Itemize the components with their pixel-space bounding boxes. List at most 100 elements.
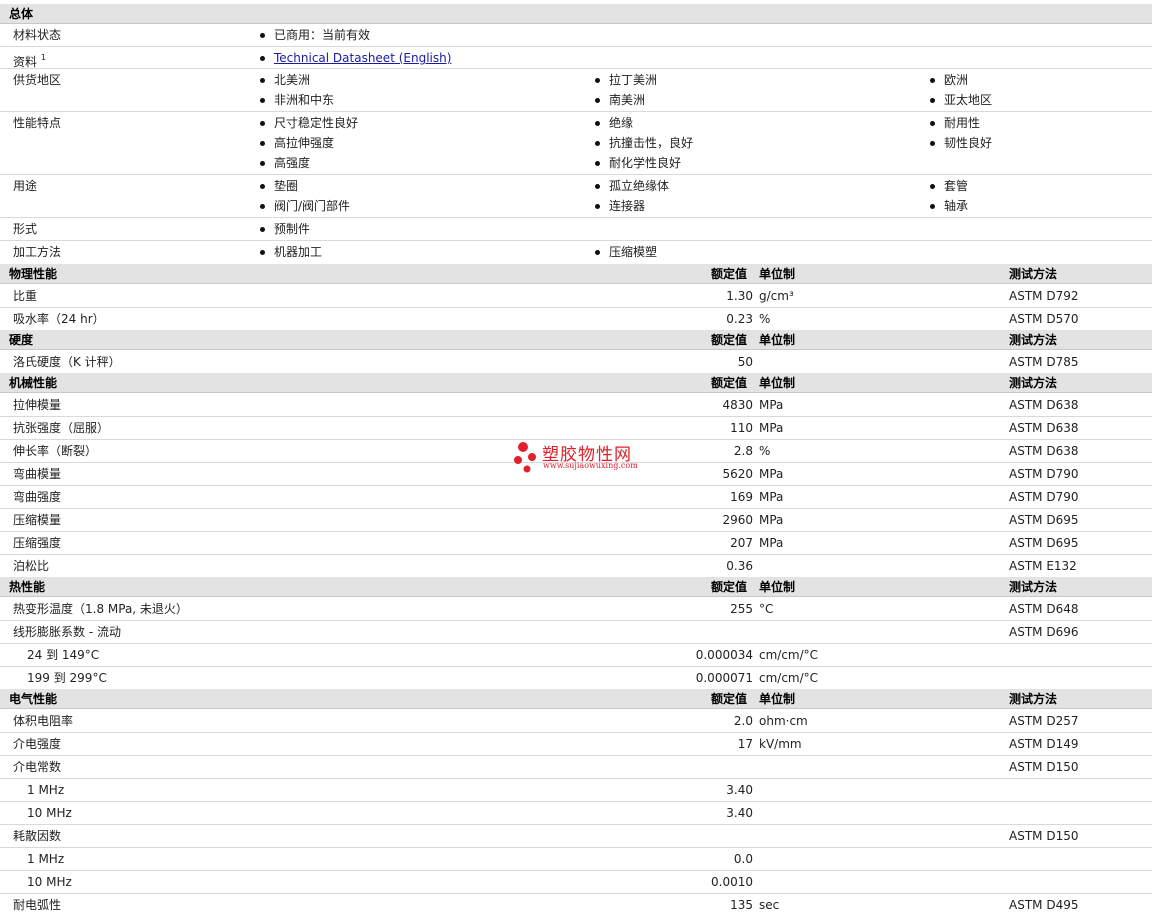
list-item: 阀门/阀门部件: [259, 199, 351, 213]
list-item: 绝缘: [594, 116, 634, 130]
property-value: 4830: [722, 398, 753, 412]
column-header-unit: 单位制: [759, 333, 796, 347]
table-row: 比重 1.30 g/cm³ ASTM D792: [0, 285, 1152, 308]
list-item: 高拉伸强度: [259, 136, 335, 150]
list-item: 耐用性: [929, 116, 981, 130]
table-row: 体积电阻率 2.0 ohm·cm ASTM D257: [0, 710, 1152, 733]
logo-dots-icon: [514, 442, 536, 473]
list-item: 机器加工: [259, 245, 323, 259]
table-row: 洛氏硬度（K 计秤） 50 ASTM D785: [0, 351, 1152, 373]
row-label: 加工方法: [13, 245, 62, 259]
test-method: ASTM D785: [1009, 355, 1079, 369]
test-method: ASTM D638: [1009, 444, 1079, 458]
column-header-method: 测试方法: [1009, 376, 1058, 390]
property-name: 伸长率（断裂）: [13, 444, 98, 458]
property-value: 0.000071: [695, 671, 753, 685]
row-features: 性能特点 尺寸稳定性良好 绝缘 耐用性 高拉伸强度 抗撞击性，良好 韧性良好 高…: [0, 112, 1152, 175]
table-row: 抗张强度（屈服） 110 MPa ASTM D638: [0, 417, 1152, 440]
list-item: 压缩模塑: [594, 245, 658, 259]
row-label: 资料 1: [13, 53, 46, 69]
test-method: ASTM D790: [1009, 490, 1079, 504]
row-label: 性能特点: [13, 116, 62, 130]
table-row: 1 MHz 0.0: [0, 848, 1152, 871]
property-value: 255: [730, 602, 753, 616]
property-value: 110: [730, 421, 753, 435]
property-name: 压缩模量: [13, 513, 62, 527]
table-row: 199 到 299°C 0.000071 cm/cm/°C: [0, 667, 1152, 689]
list-item: 高强度: [259, 156, 311, 170]
column-header-nominal: 额定值: [711, 376, 748, 390]
list-item: 韧性良好: [929, 136, 993, 150]
property-value: 135: [730, 898, 753, 912]
row-label: 用途: [13, 179, 38, 193]
property-name: 热变形温度（1.8 MPa, 未退火）: [13, 602, 188, 616]
table-row: 10 MHz 0.0010: [0, 871, 1152, 894]
section-title: 热性能: [9, 580, 46, 594]
test-method: ASTM D570: [1009, 312, 1079, 326]
property-name: 199 到 299°C: [27, 671, 107, 685]
row-processing: 加工方法 机器加工 压缩模塑: [0, 241, 1152, 264]
row-documents: 资料 1 Technical Datasheet (English): [0, 47, 1152, 69]
material-datasheet-page: { "general": { "title": "总体", "material_…: [0, 0, 1152, 915]
column-header-nominal: 额定值: [711, 333, 748, 347]
property-name: 弯曲模量: [13, 467, 62, 481]
property-unit: MPa: [759, 490, 784, 504]
table-row: 热变形温度（1.8 MPa, 未退火） 255 °C ASTM D648: [0, 598, 1152, 621]
property-unit: %: [759, 444, 771, 458]
technical-datasheet-link[interactable]: Technical Datasheet (English): [259, 50, 451, 66]
section-title: 电气性能: [9, 692, 58, 706]
status-value: 已商用：当前有效: [259, 28, 371, 42]
list-item: 北美洲: [259, 73, 311, 87]
test-method: ASTM D792: [1009, 289, 1079, 303]
column-header-method: 测试方法: [1009, 692, 1058, 706]
table-row: 耐电弧性 135 sec ASTM D495: [0, 894, 1152, 916]
list-item: 尺寸稳定性良好: [259, 116, 359, 130]
list-item: 轴承: [929, 199, 969, 213]
test-method: ASTM D149: [1009, 737, 1079, 751]
property-name: 比重: [13, 289, 38, 303]
property-unit: g/cm³: [759, 289, 794, 303]
property-unit: MPa: [759, 398, 784, 412]
test-method: ASTM D648: [1009, 602, 1079, 616]
property-value: 0.0: [733, 852, 753, 866]
list-item: 连接器: [594, 199, 646, 213]
property-unit: MPa: [759, 421, 784, 435]
watermark-url: www.sujiaowuxing.com: [543, 461, 638, 470]
property-value: 1.30: [726, 289, 753, 303]
property-name: 耗散因数: [13, 829, 62, 843]
test-method: ASTM D150: [1009, 829, 1079, 843]
section-header-mechanical: 机械性能 额定值 单位制 测试方法: [0, 373, 1152, 393]
test-method: ASTM E132: [1009, 559, 1077, 573]
property-unit: %: [759, 312, 771, 326]
property-name: 吸水率（24 hr）: [13, 312, 105, 326]
property-unit: ohm·cm: [759, 714, 808, 728]
column-header-method: 测试方法: [1009, 580, 1058, 594]
section-title: 总体: [9, 7, 34, 21]
property-name: 10 MHz: [27, 875, 72, 889]
section-header-hardness: 硬度 额定值 单位制 测试方法: [0, 330, 1152, 350]
property-value: 2.0: [733, 714, 753, 728]
column-header-nominal: 额定值: [711, 580, 748, 594]
test-method: ASTM D150: [1009, 760, 1079, 774]
property-value: 0.36: [726, 559, 753, 573]
row-material-status: 材料状态 已商用：当前有效: [0, 25, 1152, 47]
section-header-general: 总体: [0, 4, 1152, 24]
list-item: 抗撞击性，良好: [594, 136, 694, 150]
property-value: 3.40: [726, 783, 753, 797]
table-row: 1 MHz 3.40: [0, 779, 1152, 802]
list-item: 垫圈: [259, 179, 299, 193]
list-item: 孤立绝缘体: [594, 179, 670, 193]
property-name: 介电常数: [13, 760, 62, 774]
property-unit: MPa: [759, 467, 784, 481]
table-row: 线形膨胀系数 - 流动 ASTM D696: [0, 621, 1152, 644]
test-method: ASTM D695: [1009, 513, 1079, 527]
column-header-unit: 单位制: [759, 267, 796, 281]
property-name: 洛氏硬度（K 计秤）: [13, 355, 121, 369]
test-method: ASTM D696: [1009, 625, 1079, 639]
property-name: 介电强度: [13, 737, 62, 751]
list-item: 南美洲: [594, 93, 646, 107]
list-item: 拉丁美洲: [594, 73, 658, 87]
property-unit: MPa: [759, 513, 784, 527]
column-header-nominal: 额定值: [711, 692, 748, 706]
table-row: 吸水率（24 hr） 0.23% ASTM D570: [0, 308, 1152, 330]
